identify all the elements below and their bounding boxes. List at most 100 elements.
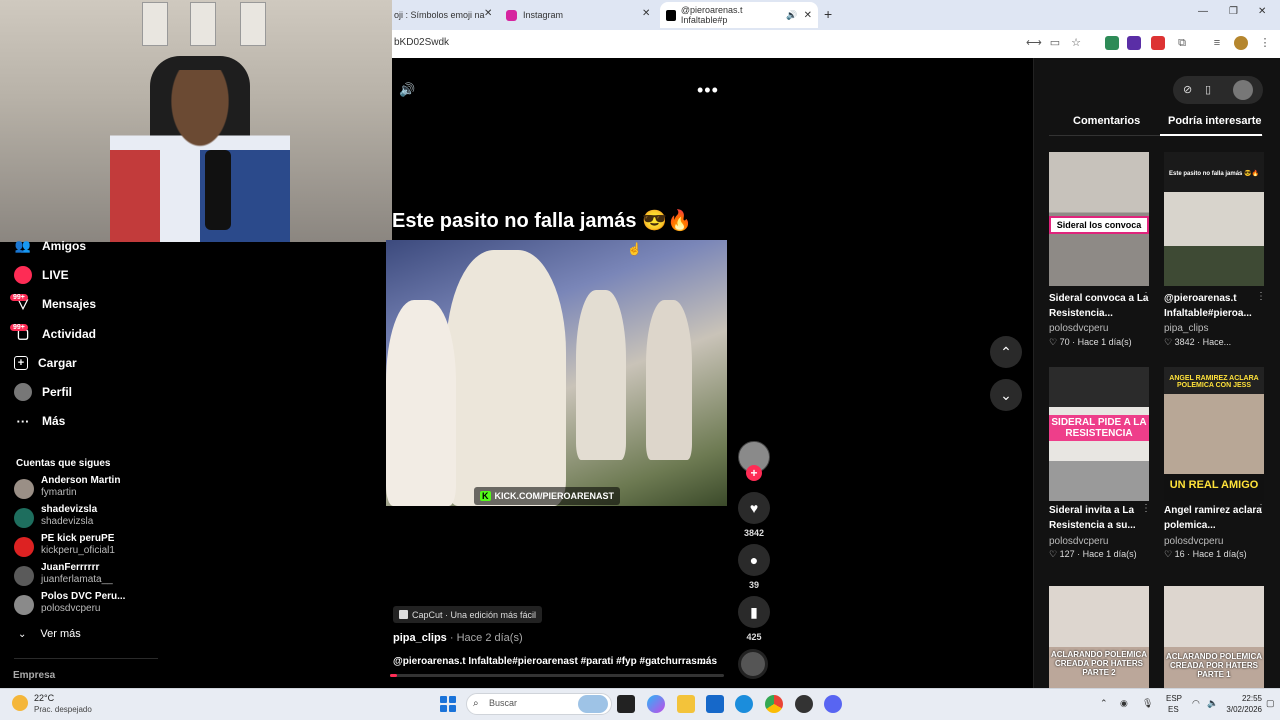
playlist-icon[interactable]: ≡ (1210, 36, 1224, 50)
see-more-button[interactable]: ⌄ Ver más (18, 628, 81, 640)
tab-tiktok[interactable]: @pieroarenas.t Infaltable#p 🔊 ✕ (660, 2, 818, 28)
weather-icon[interactable] (12, 695, 28, 711)
tab-comentarios[interactable]: Comentarios (1073, 115, 1140, 127)
avatar[interactable] (1233, 80, 1253, 100)
following-account[interactable]: PE kick peruPE kickperu_oficial1 (14, 533, 154, 561)
follow-plus-icon[interactable]: + (746, 465, 762, 481)
copilot-icon[interactable] (647, 695, 665, 713)
video-thumbnail[interactable]: ANGEL RAMIREZ ACLARA POLEMICA CON JESS U… (1164, 367, 1264, 501)
microphone-icon[interactable]: 🎙 (1142, 698, 1153, 709)
card-more-icon[interactable]: ⋮ (1256, 291, 1266, 302)
weather-description: Prac. despejado (34, 705, 92, 714)
start-button[interactable] (440, 696, 456, 712)
card-author[interactable]: polosdvcperu (1049, 536, 1108, 547)
obs-icon[interactable] (795, 695, 813, 713)
puzzle-icon[interactable]: ⧉ (1175, 36, 1189, 50)
more-options-icon[interactable]: ••• (697, 80, 719, 101)
sidebar-item-cargar[interactable]: + Cargar (14, 352, 77, 374)
new-tab-button[interactable]: + (824, 6, 832, 22)
card-author[interactable]: polosdvcperu (1049, 323, 1108, 334)
more-link[interactable]: más (697, 656, 717, 667)
wifi-icon[interactable]: ◠ (1192, 698, 1200, 709)
tab-instagram[interactable]: Instagram (506, 4, 656, 26)
music-disc-icon[interactable] (738, 649, 768, 679)
task-view-icon[interactable] (617, 695, 635, 713)
video-thumbnail[interactable]: Este pasito no falla jamás 😎🔥 (1164, 152, 1264, 286)
app-tray-icon[interactable]: ◉ (1120, 698, 1128, 709)
footer-link[interactable]: Empresa (13, 670, 55, 681)
card-title[interactable]: @pieroarenas.t Infaltable#pieroa... (1164, 291, 1264, 321)
card-more-icon[interactable]: ⋮ (1256, 503, 1266, 514)
chrome-icon[interactable] (765, 695, 783, 713)
previous-video-button[interactable]: ⌃ (990, 336, 1022, 368)
language-indicator[interactable]: ESP (1166, 694, 1182, 703)
extension-red-icon[interactable] (1151, 36, 1165, 50)
following-account[interactable]: shadevizsla shadevizsla (14, 504, 154, 532)
maximize-icon[interactable]: ❐ (1229, 6, 1238, 17)
card-title[interactable]: Sideral convoca a La Resistencia... (1049, 291, 1149, 321)
extension-shield-icon[interactable] (1127, 36, 1141, 50)
video-thumbnail[interactable]: Sideral los convoca (1049, 152, 1149, 286)
clock-date: 3/02/2026 (1226, 705, 1262, 714)
minimize-icon[interactable]: — (1198, 6, 1208, 17)
tab-podria-interesarte[interactable]: Podría interesarte (1168, 115, 1262, 127)
post-time: · Hace 2 día(s) (449, 632, 523, 644)
effect-pill[interactable]: CapCut · Una edición más fácil (393, 606, 543, 623)
like-button[interactable]: ♥ (738, 492, 770, 524)
close-icon[interactable]: ✕ (804, 10, 812, 21)
sidebar-item-live[interactable]: LIVE (14, 264, 69, 286)
search-highlight-icon[interactable] (578, 695, 608, 713)
speaker-icon[interactable]: 🔊 (786, 10, 797, 21)
translate-icon[interactable]: ⟷ (1026, 36, 1042, 50)
device-icon[interactable]: ▯ (1205, 83, 1211, 96)
store-icon[interactable] (706, 695, 724, 713)
sidebar-item-perfil[interactable]: Perfil (14, 381, 72, 403)
profile-avatar[interactable] (1234, 36, 1248, 50)
volume-icon[interactable]: 🔊 (399, 82, 415, 98)
extension-icon[interactable] (1105, 36, 1119, 50)
card-more-icon[interactable]: ⋮ (1141, 291, 1151, 302)
next-video-button[interactable]: ⌄ (990, 379, 1022, 411)
comment-icon: ● (749, 552, 759, 568)
tab-emoji[interactable]: oji : Símbolos emoji na (394, 4, 494, 26)
following-account[interactable]: Polos DVC Peru... polosdvcperu (14, 591, 154, 619)
video-frame[interactable] (386, 240, 727, 506)
progress-bar[interactable] (390, 674, 724, 677)
edge-icon[interactable] (735, 695, 753, 713)
file-explorer-icon[interactable] (677, 695, 695, 713)
tab-instagram-label: Instagram (523, 10, 564, 20)
card-author[interactable]: pipa_clips (1164, 323, 1208, 334)
address-bar[interactable]: bKD02Swdk (392, 30, 1280, 58)
chevron-up-icon[interactable]: ⌃ (1100, 698, 1108, 709)
card-author[interactable]: polosdvcperu (1164, 536, 1223, 547)
close-icon[interactable]: ✕ (642, 8, 650, 19)
video-thumbnail[interactable]: SIDERAL PIDE A LA RESISTENCIA (1049, 367, 1149, 501)
card-title[interactable]: Sideral invita a La Resistencia a su... (1049, 503, 1149, 533)
video-thumbnail[interactable]: ACLARANDO POLEMICA CREADA POR HATERS PAR… (1049, 586, 1149, 688)
following-account[interactable]: JuanFerrrrrr juanferlamata__ (14, 562, 154, 590)
clock-time[interactable]: 22:55 (1222, 694, 1262, 703)
save-button[interactable]: ▮ (738, 596, 770, 628)
video-thumbnail[interactable]: ACLARANDO POLEMICA CREADA POR HATERS PAR… (1164, 586, 1264, 688)
sidebar-item-amigos[interactable]: 👥 Amigos (14, 235, 86, 257)
window-close-icon[interactable]: ✕ (1258, 6, 1266, 17)
comment-button[interactable]: ● (738, 544, 770, 576)
bookmark-star-icon[interactable]: ☆ (1069, 36, 1083, 50)
heart-icon: ♥ (749, 500, 759, 516)
heart-outline-icon: ♡ (1164, 549, 1173, 559)
following-account[interactable]: Anderson Martin fymartin (14, 475, 154, 503)
card-title[interactable]: Angel ramirez aclara polemica... (1164, 503, 1264, 533)
kebab-menu-icon[interactable]: ⋮ (1258, 36, 1272, 50)
compass-icon[interactable]: ⊘ (1183, 83, 1192, 96)
speaker-icon[interactable]: 🔈 (1207, 698, 1218, 709)
sidebar-item-label: Perfil (42, 385, 73, 399)
close-icon[interactable]: ✕ (484, 8, 492, 19)
video-person (576, 290, 626, 460)
author-username[interactable]: pipa_clips (393, 632, 447, 644)
sidebar-item-mas[interactable]: ··· Más (14, 410, 66, 432)
discord-icon[interactable] (824, 695, 842, 713)
url-text[interactable]: bKD02Swdk (394, 37, 449, 48)
card-more-icon[interactable]: ⋮ (1141, 503, 1151, 514)
notification-icon[interactable]: ▢ (1266, 698, 1275, 709)
cast-icon[interactable]: ▭ (1048, 36, 1062, 50)
